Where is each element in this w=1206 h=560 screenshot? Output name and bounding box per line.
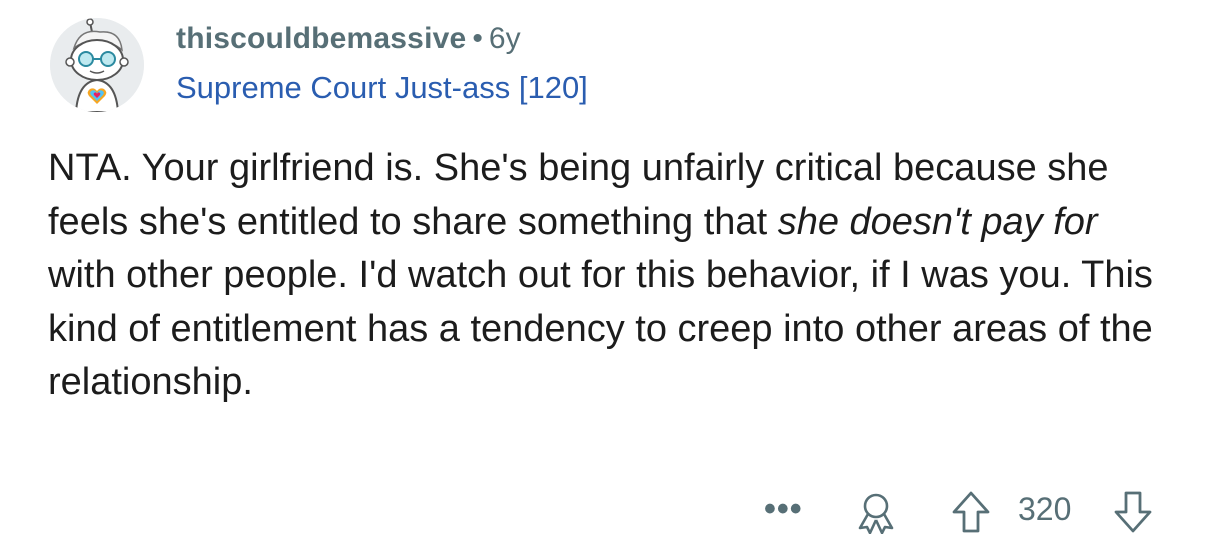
comment-body: NTA. Your girlfriend is. She's being unf…: [48, 142, 1168, 410]
user-flair: Supreme Court Just-ass [120]: [176, 70, 588, 105]
meta-separator: •: [472, 22, 483, 55]
comment-actions: ••• 320: [760, 482, 1180, 538]
comment-body-emphasis: she doesn't pay for: [777, 200, 1098, 243]
comment-body-text-end: with other people. I'd watch out for thi…: [48, 254, 1153, 403]
more-options-icon[interactable]: •••: [764, 490, 803, 529]
username-link[interactable]: thiscouldbemassive: [176, 22, 466, 55]
comment: thiscouldbemassive • 6y Supreme Court Just…: [0, 0, 1206, 560]
upvote-arrow-icon[interactable]: [950, 490, 992, 539]
user-avatar-icon[interactable]: [50, 18, 144, 112]
comment-meta: thiscouldbemassive • 6y: [176, 22, 521, 56]
downvote-arrow-icon[interactable]: [1112, 490, 1154, 539]
vote-score: 320: [1018, 491, 1072, 527]
comment-age: 6y: [488, 22, 521, 55]
award-icon[interactable]: [854, 492, 898, 539]
